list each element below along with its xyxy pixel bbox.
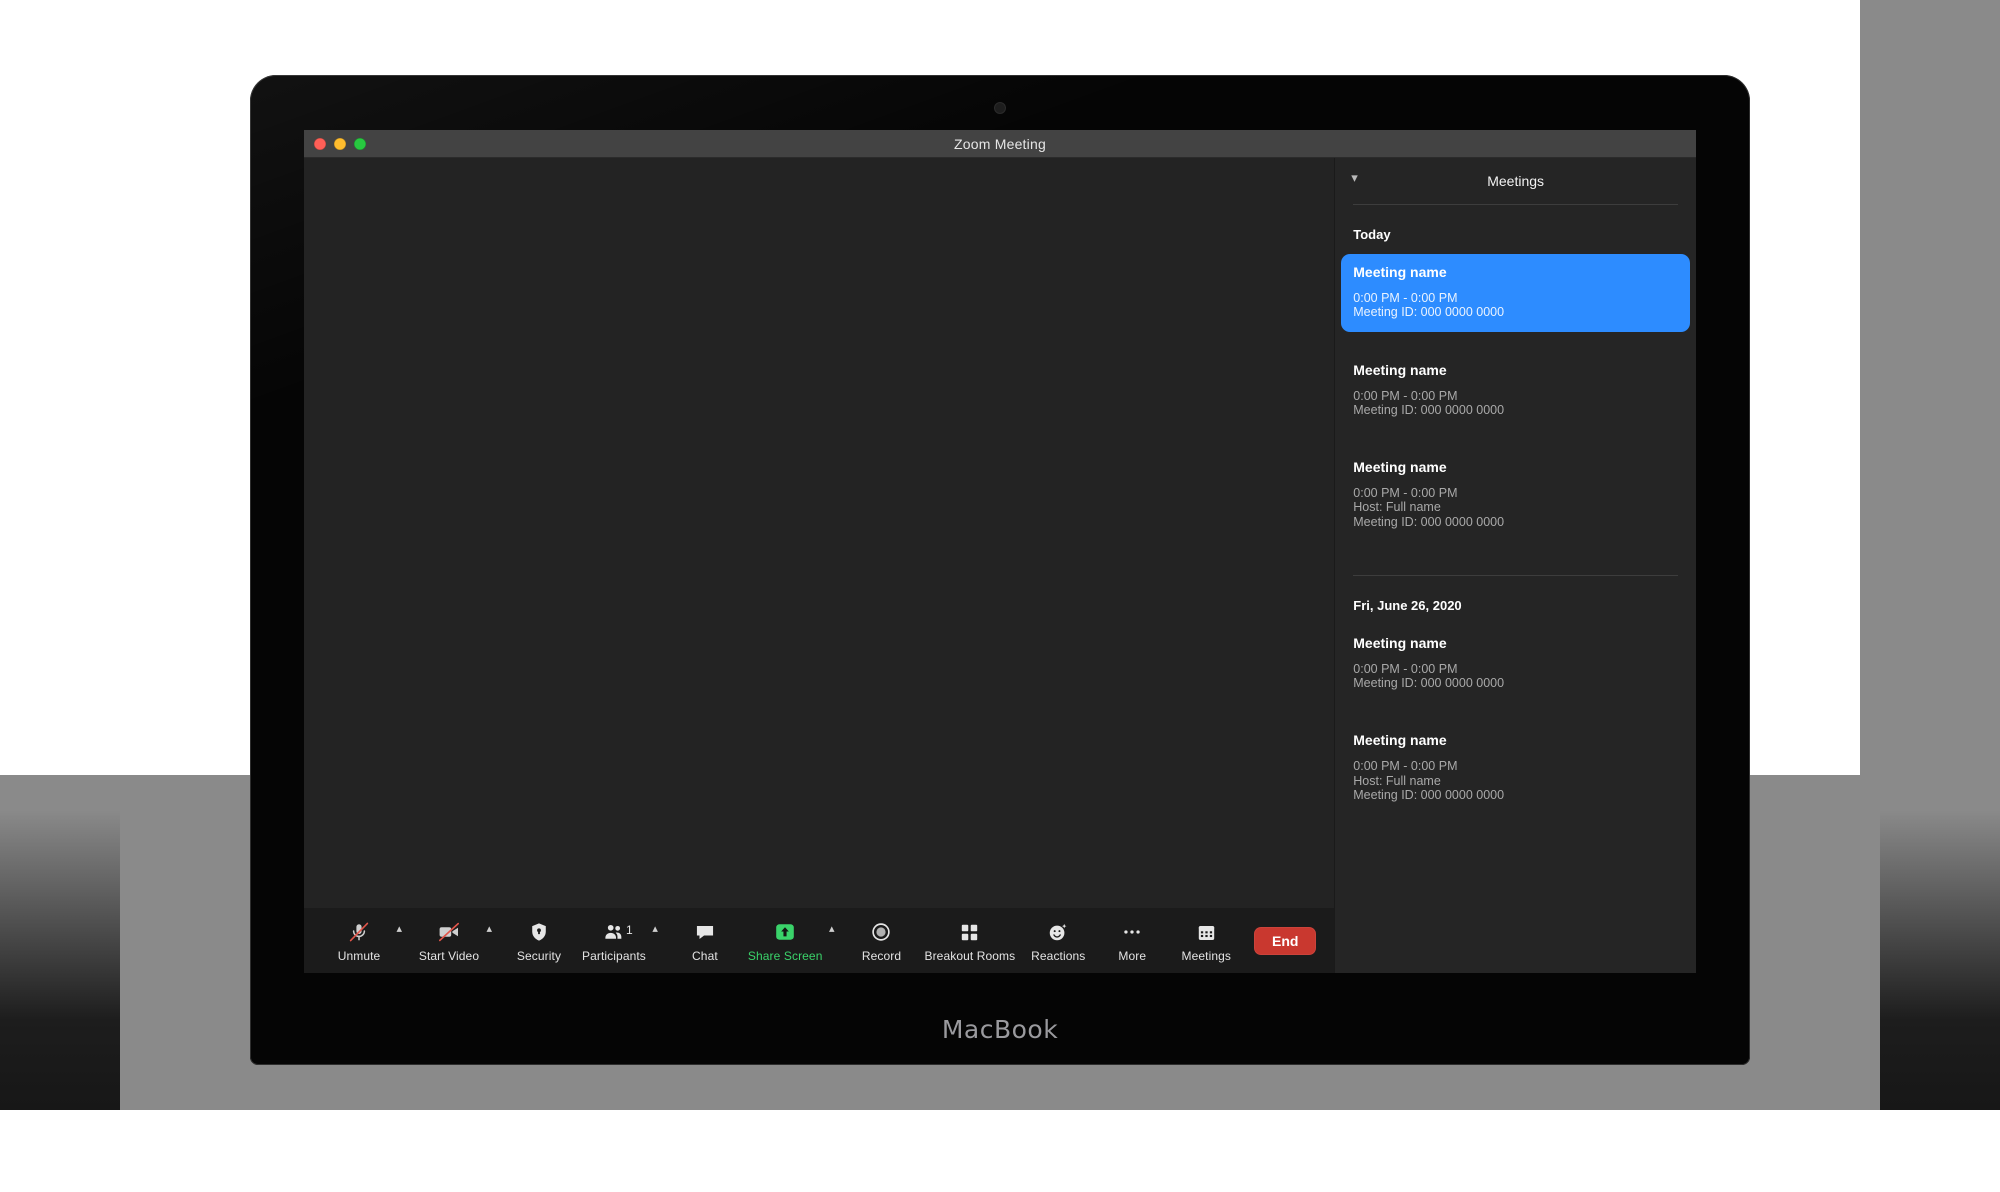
macbook-brand-label: MacBook — [941, 1015, 1059, 1044]
meeting-host: Host: Full name — [1353, 773, 1441, 788]
microphone-muted-icon — [347, 919, 371, 945]
toolbar-label-security: Security — [516, 949, 562, 963]
meeting-time: 0:00 PM - 0:00 PM — [1353, 388, 1458, 403]
participants-icon — [602, 919, 626, 945]
meeting-item-gap — [1353, 340, 1678, 352]
toolbar-button-share-screen[interactable]: Share Screen ▴ — [742, 919, 835, 964]
meeting-item-gap — [1353, 710, 1678, 722]
chevron-up-icon[interactable]: ▴ — [486, 924, 492, 935]
window-title: Zoom Meeting — [954, 135, 1046, 152]
video-stage — [304, 158, 1335, 908]
macbook-device: MacBook Zoom Meeting Unmute ▴ Start Video ▴… — [250, 75, 1750, 1065]
participants-count-badge: 1 — [625, 923, 633, 937]
meetings-day-label: Fri, June 26, 2020 — [1353, 597, 1462, 613]
more-ellipsis-icon — [1120, 919, 1144, 945]
meeting-host: Host: Full name — [1353, 500, 1441, 515]
window-titlebar: Zoom Meeting — [304, 130, 1696, 158]
share-screen-icon — [774, 919, 796, 945]
meetings-day-label: Today — [1353, 227, 1391, 242]
toolbar-label-start-video: Start Video — [418, 949, 480, 963]
chevron-up-icon[interactable]: ▴ — [829, 924, 835, 935]
camera-icon — [995, 103, 1005, 113]
end-meeting-button[interactable]: End — [1254, 927, 1317, 955]
meeting-time: 0:00 PM - 0:00 PM — [1353, 759, 1458, 774]
meeting-time: 0:00 PM - 0:00 PM — [1353, 486, 1458, 500]
toolbar-button-start-video[interactable]: Start Video ▴ — [412, 919, 492, 963]
toolbar-label-meetings: Meetings — [1181, 949, 1232, 963]
meeting-id: Meeting ID: 000 0000 0000 — [1353, 305, 1505, 320]
toolbar-label-chat: Chat — [692, 949, 718, 963]
meeting-name: Meeting name — [1353, 634, 1447, 651]
meeting-item-selected[interactable]: Meeting name 0:00 PM - 0:00 PM Meeting ID:… — [1341, 254, 1690, 332]
meeting-name: Meeting name — [1353, 459, 1447, 475]
breakout-rooms-grid-icon — [959, 919, 980, 945]
meetings-group-divider — [1353, 574, 1678, 576]
meeting-item[interactable]: Meeting name 0:00 PM - 0:00 PM Host: Full … — [1341, 722, 1690, 814]
video-pane: Unmute ▴ Start Video ▴ Security 1 Participants… — [304, 158, 1335, 973]
meeting-item-gap — [1353, 549, 1678, 561]
meeting-id: Meeting ID: 000 0000 0000 — [1353, 514, 1505, 529]
meeting-time: 0:00 PM - 0:00 PM — [1353, 291, 1458, 305]
meeting-toolbar: Unmute ▴ Start Video ▴ Security 1 Participants… — [304, 908, 1335, 973]
toolbar-label-unmute: Unmute — [337, 949, 381, 963]
zoom-window-body: Unmute ▴ Start Video ▴ Security 1 Participants… — [304, 158, 1696, 973]
meetings-side-panel: ▾ Meetings Today Meeting name 0:00 PM - 0:… — [1334, 158, 1696, 973]
reactions-smiley-icon — [1047, 919, 1069, 945]
meeting-item[interactable]: Meeting name 0:00 PM - 0:00 PM Host: Full … — [1341, 449, 1690, 541]
toolbar-label-record: Record — [861, 949, 902, 963]
chat-bubble-icon — [694, 919, 716, 945]
meeting-time: 0:00 PM - 0:00 PM — [1353, 661, 1458, 676]
meeting-name: Meeting name — [1353, 361, 1447, 378]
toolbar-button-record[interactable]: Record — [844, 919, 918, 963]
background-white-bottom — [0, 1110, 2000, 1192]
toolbar-label-reactions: Reactions — [1031, 949, 1086, 963]
toolbar-button-participants[interactable]: 1 Participants ▴ — [576, 919, 658, 963]
video-camera-off-icon — [436, 919, 462, 945]
toolbar-button-reactions[interactable]: Reactions — [1021, 919, 1095, 963]
toolbar-button-unmute[interactable]: Unmute ▴ — [322, 919, 402, 963]
background-fringe-right — [1880, 810, 2000, 1110]
meetings-panel-title: Meetings — [1487, 173, 1545, 189]
meetings-panel-header: ▾ Meetings — [1335, 158, 1696, 204]
screenshot-stage: MacBook Zoom Meeting Unmute ▴ Start Video ▴… — [0, 0, 2000, 1192]
meeting-id: Meeting ID: 000 0000 0000 — [1353, 787, 1505, 802]
toolbar-button-chat[interactable]: Chat — [668, 919, 742, 963]
toolbar-label-breakout-rooms: Breakout Rooms — [924, 949, 1016, 963]
meeting-item[interactable]: Meeting name 0:00 PM - 0:00 PM Meeting ID:… — [1341, 352, 1690, 430]
toolbar-button-security[interactable]: Security — [502, 919, 576, 963]
meeting-name: Meeting name — [1353, 732, 1447, 749]
meeting-item[interactable]: Meeting name 0:00 PM - 0:00 PM Meeting ID:… — [1341, 625, 1690, 703]
background-fringe-left — [0, 810, 120, 1110]
meetings-list[interactable]: Today Meeting name 0:00 PM - 0:00 PM Meetin… — [1335, 205, 1696, 973]
meeting-name: Meeting name — [1353, 264, 1447, 280]
chevron-up-icon[interactable]: ▴ — [652, 924, 658, 935]
record-circle-icon — [870, 919, 892, 945]
meeting-item-gap — [1353, 822, 1678, 834]
toolbar-button-more[interactable]: More — [1095, 919, 1169, 963]
meeting-id: Meeting ID: 000 0000 0000 — [1353, 402, 1505, 417]
toolbar-label-more: More — [1118, 949, 1147, 963]
toolbar-button-breakout-rooms[interactable]: Breakout Rooms — [918, 919, 1021, 963]
shield-icon — [528, 919, 550, 945]
toolbar-button-meetings[interactable]: Meetings — [1169, 919, 1243, 963]
meeting-id: Meeting ID: 000 0000 0000 — [1353, 676, 1505, 690]
calendar-icon — [1196, 919, 1217, 945]
chevron-up-icon[interactable]: ▴ — [396, 924, 402, 935]
toolbar-label-participants: Participants — [582, 949, 646, 963]
laptop-screen: Zoom Meeting Unmute ▴ Start Video ▴ Security… — [304, 130, 1696, 973]
meeting-item-gap — [1353, 437, 1678, 449]
toolbar-label-share-screen: Share Screen — [747, 949, 823, 963]
